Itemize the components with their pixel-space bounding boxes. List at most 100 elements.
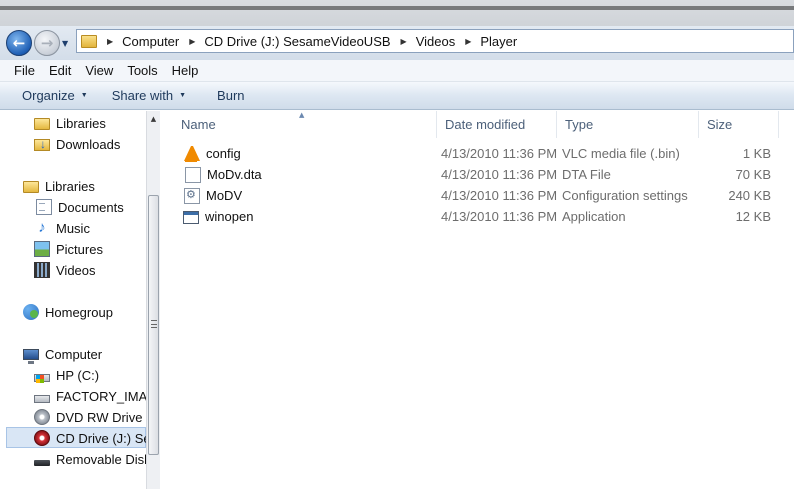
file-name-cell: winopen bbox=[183, 206, 253, 227]
file-row[interactable]: winopen 4/13/2010 11:36 PM Application 1… bbox=[161, 206, 794, 227]
computer-icon bbox=[23, 348, 39, 364]
file-icon bbox=[185, 166, 201, 183]
file-date: 4/13/2010 11:36 PM bbox=[441, 167, 558, 182]
file-size: 240 KB bbox=[728, 188, 771, 203]
nav-item-libraries[interactable]: Libraries bbox=[23, 176, 95, 196]
nav-item-label: Removable Disk ( bbox=[56, 451, 146, 467]
file-type: DTA File bbox=[562, 167, 611, 182]
organize-button[interactable]: Organize ▼ bbox=[22, 88, 88, 103]
file-name: config bbox=[206, 146, 241, 161]
nav-item-music[interactable]: ♪ Music bbox=[34, 218, 90, 238]
breadcrumb-videos[interactable]: Videos bbox=[416, 34, 456, 49]
burn-button[interactable]: Burn bbox=[217, 88, 244, 103]
file-date: 4/13/2010 11:36 PM bbox=[441, 209, 558, 224]
chevron-right-icon[interactable]: ▶ bbox=[465, 37, 471, 46]
file-type: Application bbox=[562, 209, 626, 224]
file-type: VLC media file (.bin) bbox=[562, 146, 680, 161]
hard-drive-icon bbox=[34, 395, 50, 403]
forward-arrow-icon: → bbox=[40, 34, 54, 52]
downloads-icon bbox=[34, 137, 50, 151]
recent-pages-dropdown[interactable]: ▼ bbox=[62, 39, 72, 49]
file-row[interactable]: MoDV 4/13/2010 11:36 PM Configuration se… bbox=[161, 185, 794, 206]
dvd-drive-icon bbox=[34, 409, 50, 425]
nav-item-documents[interactable]: Documents bbox=[34, 197, 124, 217]
file-name-cell: MoDV bbox=[183, 185, 242, 206]
nav-item-label: Libraries bbox=[45, 178, 95, 194]
command-bar: Organize ▼ Share with ▼ Burn bbox=[0, 82, 794, 110]
nav-item-label: Computer bbox=[45, 346, 103, 362]
file-date: 4/13/2010 11:36 PM bbox=[441, 188, 558, 203]
nav-item-computer[interactable]: Computer bbox=[23, 344, 102, 364]
grip-icon bbox=[151, 320, 157, 328]
column-header-type[interactable]: Type bbox=[557, 111, 699, 138]
nav-item-label: Libraries bbox=[56, 115, 106, 131]
chevron-down-icon: ▼ bbox=[179, 92, 187, 99]
nav-item-videos[interactable]: Videos bbox=[34, 260, 96, 280]
file-name: winopen bbox=[205, 209, 254, 224]
nav-item-label: Documents bbox=[58, 199, 124, 215]
nav-item-label: DVD RW Drive (E:) bbox=[56, 409, 146, 425]
menu-bar: File Edit View Tools Help bbox=[0, 60, 794, 82]
file-row[interactable]: MoDv.dta 4/13/2010 11:36 PM DTA File 70 … bbox=[161, 164, 794, 185]
documents-icon bbox=[36, 199, 52, 215]
file-row[interactable]: config 4/13/2010 11:36 PM VLC media file… bbox=[161, 143, 794, 164]
nav-item-cd-drive[interactable]: CD Drive (J:) SesameVideoUSB bbox=[34, 428, 146, 448]
application-icon bbox=[183, 211, 199, 224]
nav-item-hp-drive[interactable]: HP (C:) bbox=[34, 365, 99, 385]
menu-file[interactable]: File bbox=[7, 63, 42, 78]
share-with-button[interactable]: Share with ▼ bbox=[112, 88, 186, 103]
folder-icon bbox=[81, 34, 97, 48]
chevron-right-icon[interactable]: ▶ bbox=[107, 37, 113, 46]
navigation-row: ← → ▼ ▶ Computer ▶ CD Drive (J:) SesameV… bbox=[0, 26, 794, 60]
file-name: MoDV bbox=[206, 188, 243, 203]
file-name-cell: MoDv.dta bbox=[183, 164, 262, 185]
scrollbar-thumb[interactable] bbox=[148, 195, 159, 455]
forward-button[interactable]: → bbox=[34, 30, 60, 56]
chevron-right-icon[interactable]: ▶ bbox=[189, 37, 195, 46]
column-header-name[interactable]: Name bbox=[173, 111, 437, 138]
config-settings-icon bbox=[184, 187, 200, 204]
libraries-folder-icon bbox=[34, 118, 50, 130]
column-header-size[interactable]: Size bbox=[699, 111, 779, 138]
nav-item-label: Homegroup bbox=[45, 304, 113, 320]
nav-pane-scrollbar[interactable]: ▲ bbox=[146, 111, 160, 489]
column-header-date-modified[interactable]: Date modified bbox=[437, 111, 557, 138]
window-top-strip bbox=[0, 0, 794, 26]
menu-tools[interactable]: Tools bbox=[120, 63, 164, 78]
nav-item-pictures[interactable]: Pictures bbox=[34, 239, 103, 259]
breadcrumb-computer[interactable]: Computer bbox=[122, 34, 179, 49]
file-size: 12 KB bbox=[735, 209, 771, 224]
nav-item-factory-image[interactable]: FACTORY_IMAGE bbox=[34, 386, 146, 406]
nav-item-libraries-top[interactable]: Libraries bbox=[34, 113, 106, 133]
nav-item-removable-disk[interactable]: Removable Disk ( bbox=[34, 449, 146, 469]
nav-item-dvd-drive[interactable]: DVD RW Drive (E:) bbox=[34, 407, 146, 427]
breadcrumb-cd-drive[interactable]: CD Drive (J:) SesameVideoUSB bbox=[204, 34, 390, 49]
file-type: Configuration settings bbox=[562, 188, 688, 203]
file-size: 1 KB bbox=[742, 146, 771, 161]
back-button[interactable]: ← bbox=[6, 30, 32, 56]
chevron-down-icon: ▼ bbox=[80, 92, 88, 99]
cd-drive-icon bbox=[34, 430, 50, 446]
homegroup-icon bbox=[23, 304, 39, 320]
organize-label: Organize bbox=[22, 88, 75, 103]
vlc-icon bbox=[184, 146, 200, 162]
burn-label: Burn bbox=[217, 88, 245, 103]
file-name: MoDv.dta bbox=[207, 167, 262, 182]
nav-item-label: HP (C:) bbox=[56, 367, 100, 383]
menu-help[interactable]: Help bbox=[165, 63, 206, 78]
scroll-up-arrow-icon[interactable]: ▲ bbox=[147, 111, 160, 127]
nav-item-label: CD Drive (J:) SesameVideoUSB bbox=[56, 430, 146, 446]
menu-edit[interactable]: Edit bbox=[42, 63, 78, 78]
chevron-right-icon[interactable]: ▶ bbox=[401, 37, 407, 46]
hp-drive-icon bbox=[34, 374, 50, 383]
music-icon: ♪ bbox=[38, 219, 46, 236]
nav-item-downloads[interactable]: Downloads bbox=[34, 134, 120, 154]
nav-item-homegroup[interactable]: Homegroup bbox=[23, 302, 113, 322]
file-size: 70 KB bbox=[735, 167, 771, 182]
removable-disk-icon bbox=[34, 459, 50, 466]
breadcrumb-player[interactable]: Player bbox=[480, 34, 517, 49]
address-bar[interactable]: ▶ Computer ▶ CD Drive (J:) SesameVideoUS… bbox=[76, 29, 794, 53]
menu-view[interactable]: View bbox=[78, 63, 120, 78]
file-list-pane: ▲ Name Date modified Type Size config 4/… bbox=[161, 111, 794, 489]
file-date: 4/13/2010 11:36 PM bbox=[441, 146, 558, 161]
